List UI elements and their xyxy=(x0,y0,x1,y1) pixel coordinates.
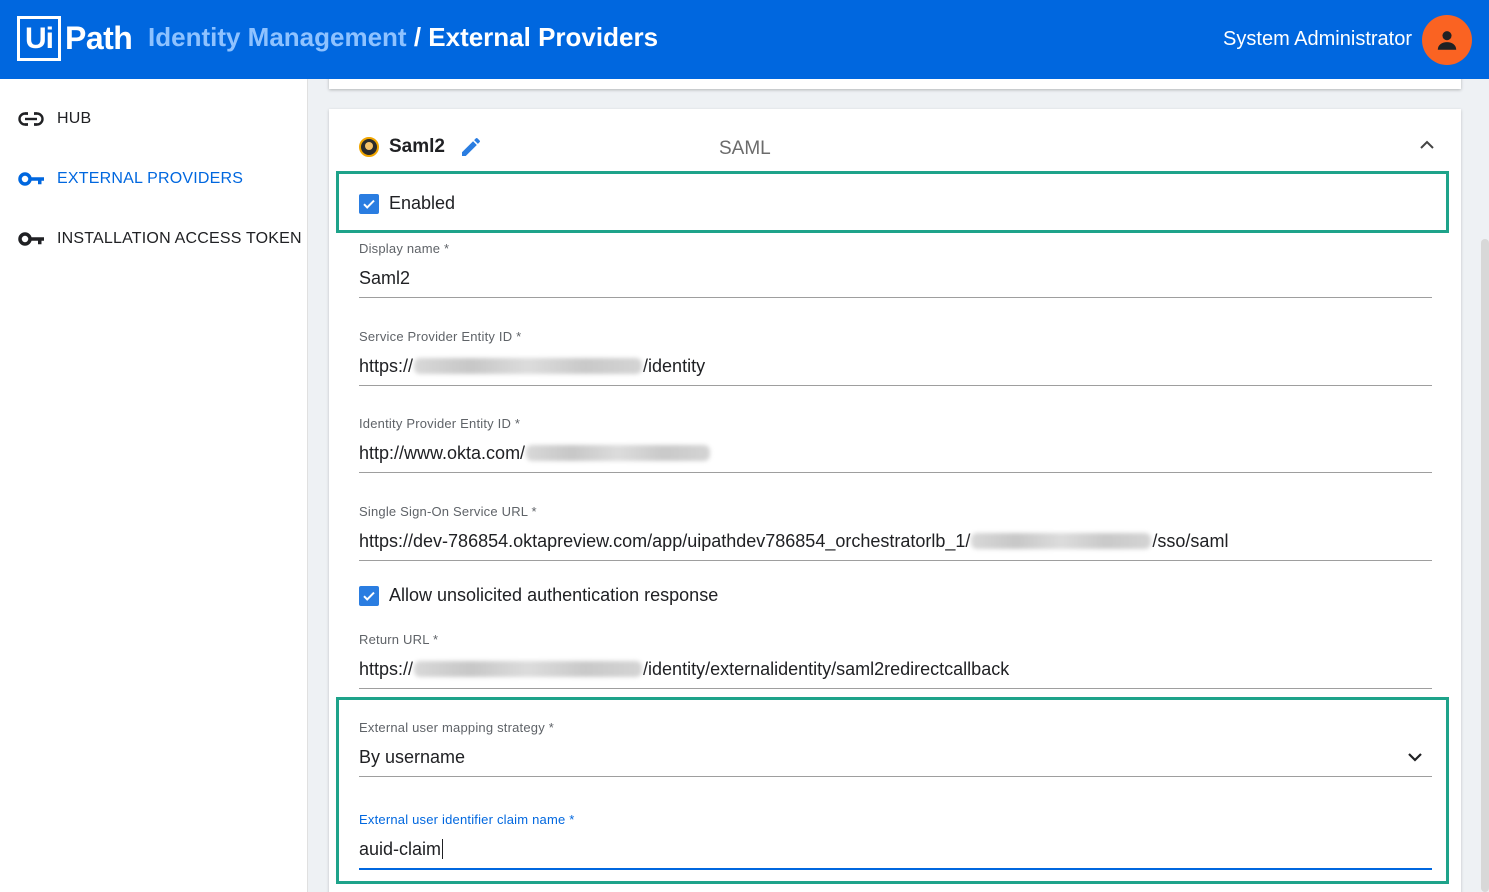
key-icon xyxy=(18,229,46,249)
redacted-text xyxy=(414,661,643,677)
value-prefix: https://dev-786854.oktapreview.com/app/u… xyxy=(359,530,971,551)
link-icon xyxy=(18,109,46,129)
mapping-strategy-select[interactable]: External user mapping strategy * By user… xyxy=(359,720,1432,777)
highlight-enabled xyxy=(336,171,1449,233)
value-suffix: /identity/externalidentity/saml2redirect… xyxy=(643,658,1010,679)
enabled-label: Enabled xyxy=(389,193,456,213)
page-name: / External Providers xyxy=(406,22,659,52)
idp-entity-id-field[interactable]: Identity Provider Entity ID * http://www… xyxy=(359,416,1432,473)
uipath-logo[interactable]: Ui Path xyxy=(17,16,133,61)
redacted-text xyxy=(526,445,711,461)
display-name-field[interactable]: Display name * Saml2 xyxy=(359,241,1432,298)
sso-url-field[interactable]: Single Sign-On Service URL * https://dev… xyxy=(359,504,1432,561)
sidebar-item-label: EXTERNAL PROVIDERS xyxy=(57,170,244,187)
provider-card: Saml2 SAML Enabled Display name * Saml2 … xyxy=(329,109,1461,892)
field-value[interactable]: Saml2 xyxy=(359,265,1432,291)
user-avatar[interactable] xyxy=(1422,15,1472,65)
field-underline xyxy=(359,385,1432,386)
value-prefix: https:// xyxy=(359,355,414,376)
field-underline xyxy=(359,297,1432,298)
sidebar: HUB EXTERNAL PROVIDERS INSTALLATION ACCE… xyxy=(0,79,308,892)
field-label: Display name * xyxy=(359,241,450,256)
field-label: Return URL * xyxy=(359,632,439,647)
main-content: Saml2 SAML Enabled Display name * Saml2 … xyxy=(309,79,1489,892)
chevron-down-icon[interactable] xyxy=(1406,748,1424,766)
unsolicited-checkbox[interactable]: Allow unsolicited authentication respons… xyxy=(359,585,718,606)
value-prefix: http://www.okta.com/ xyxy=(359,442,526,463)
sp-entity-id-field[interactable]: Service Provider Entity ID * https:// /id… xyxy=(359,329,1432,386)
app-name: Identity Management xyxy=(148,22,407,52)
field-value[interactable]: https:// /identity/externalidentity/saml2… xyxy=(359,656,1432,682)
enabled-checkbox[interactable]: Enabled xyxy=(359,193,455,214)
checkbox-checked-icon xyxy=(359,193,379,214)
sidebar-item-installation-access-token[interactable]: INSTALLATION ACCESS TOKEN xyxy=(18,229,302,249)
edit-icon[interactable] xyxy=(459,135,483,159)
field-value[interactable]: https:// /identity xyxy=(359,353,1432,379)
checkbox-checked-icon xyxy=(359,585,379,606)
field-label: External user mapping strategy * xyxy=(359,720,554,735)
key-icon xyxy=(18,169,46,189)
claim-name-field[interactable]: External user identifier claim name * au… xyxy=(359,812,1432,870)
sidebar-item-label: HUB xyxy=(57,110,92,127)
scrollbar[interactable] xyxy=(1481,239,1489,892)
provider-icon xyxy=(359,137,379,157)
value-suffix: /sso/saml xyxy=(1152,530,1229,551)
field-underline xyxy=(359,560,1432,561)
sidebar-item-label: INSTALLATION ACCESS TOKEN xyxy=(57,230,302,247)
return-url-field[interactable]: Return URL * https:// /identity/externali… xyxy=(359,632,1432,689)
page-title: Identity Management / External Providers xyxy=(148,22,658,53)
sidebar-item-hub[interactable]: HUB xyxy=(18,109,91,129)
provider-name: Saml2 xyxy=(389,136,445,157)
field-label: External user identifier claim name * xyxy=(359,812,575,827)
field-underline xyxy=(359,688,1432,689)
unsolicited-label: Allow unsolicited authentication respons… xyxy=(389,585,719,605)
field-value[interactable]: https://dev-786854.oktapreview.com/app/u… xyxy=(359,528,1432,554)
field-underline xyxy=(359,776,1432,777)
provider-header: Saml2 xyxy=(359,135,483,159)
chevron-up-icon[interactable] xyxy=(1417,135,1437,155)
provider-type: SAML xyxy=(719,138,771,159)
selected-value[interactable]: By username xyxy=(359,744,1432,770)
redacted-text xyxy=(414,358,643,374)
logo-text: Path xyxy=(65,20,133,56)
field-label: Single Sign-On Service URL * xyxy=(359,504,537,519)
field-value[interactable]: http://www.okta.com/ xyxy=(359,440,1432,466)
field-underline-focused xyxy=(359,868,1432,870)
previous-provider-card xyxy=(329,79,1461,89)
redacted-text xyxy=(971,533,1152,549)
input-text: auid-claim xyxy=(359,838,442,859)
person-icon xyxy=(1437,31,1457,50)
top-app-bar: Ui Path Identity Management / External P… xyxy=(0,0,1489,79)
value-prefix: https:// xyxy=(359,658,414,679)
text-cursor xyxy=(442,839,444,859)
sidebar-item-external-providers[interactable]: EXTERNAL PROVIDERS xyxy=(18,169,243,189)
value-suffix: /identity xyxy=(643,355,706,376)
field-label: Identity Provider Entity ID * xyxy=(359,416,521,431)
field-value[interactable]: auid-claim xyxy=(359,836,1432,862)
field-underline xyxy=(359,472,1432,473)
logo-box: Ui xyxy=(17,16,61,61)
user-name[interactable]: System Administrator xyxy=(1223,28,1412,51)
field-label: Service Provider Entity ID * xyxy=(359,329,522,344)
